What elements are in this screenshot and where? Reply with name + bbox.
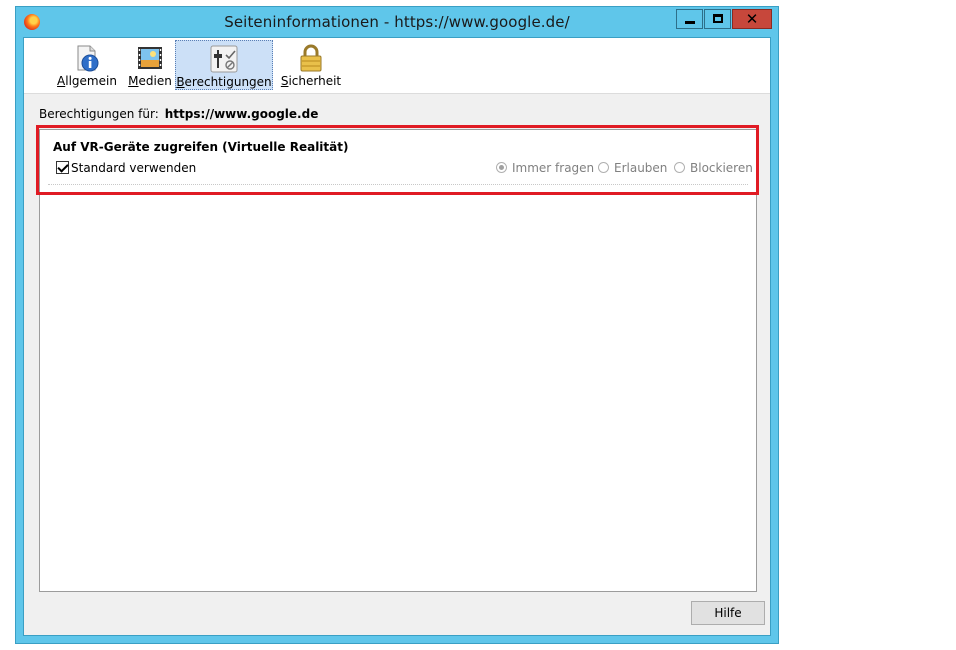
use-default-checkbox[interactable] — [56, 161, 69, 174]
radio-icon — [598, 162, 609, 173]
permissions-for-row: Berechtigungen für: https://www.google.de — [39, 107, 318, 121]
permissions-icon — [210, 45, 238, 73]
permission-radio-group: Immer fragen Erlauben Blockieren — [496, 161, 753, 177]
tab-sicherheit[interactable]: Sicherheit — [280, 40, 342, 90]
window-title: Seiteninformationen - https://www.google… — [224, 13, 570, 31]
title-bar[interactable]: Seiteninformationen - https://www.google… — [16, 7, 778, 37]
tab-label: Berechtigungen — [176, 75, 272, 89]
minimize-button[interactable] — [676, 9, 703, 29]
tab-label: Sicherheit — [280, 74, 342, 88]
close-button[interactable]: ✕ — [732, 9, 772, 29]
media-icon — [138, 47, 162, 69]
permissions-for-url: https://www.google.de — [164, 107, 319, 121]
tab-label: Allgemein — [57, 74, 117, 88]
tab-berechtigungen[interactable]: Berechtigungen — [175, 40, 273, 90]
info-icon — [77, 45, 99, 72]
tab-allgemein[interactable]: Allgemein — [50, 40, 124, 90]
maximize-button[interactable] — [704, 9, 731, 29]
permission-separator — [48, 184, 748, 185]
page-info-window: Seiteninformationen - https://www.google… — [15, 6, 779, 644]
tab-label: Medien — [128, 74, 172, 88]
tab-medien[interactable]: Medien — [125, 40, 175, 90]
tab-toolbar: Allgemein Medien Berechtigungen Sicherhe… — [24, 38, 770, 94]
permission-row: Standard verwenden Immer fragen Erlauben… — [53, 161, 753, 179]
permissions-for-label: Berechtigungen für: — [39, 107, 159, 121]
close-icon: ✕ — [745, 10, 759, 28]
radio-selected-icon — [496, 162, 507, 173]
help-button[interactable]: Hilfe — [691, 601, 765, 625]
radio-icon — [674, 162, 685, 173]
lock-icon — [300, 44, 322, 72]
dialog-content: Allgemein Medien Berechtigungen Sicherhe… — [23, 37, 771, 636]
maximize-icon — [713, 14, 723, 23]
permission-title: Auf VR-Geräte zugreifen (Virtuelle Reali… — [53, 140, 349, 154]
use-default-label[interactable]: Standard verwenden — [71, 161, 196, 175]
minimize-icon — [685, 21, 695, 24]
permissions-list[interactable]: Auf VR-Geräte zugreifen (Virtuelle Reali… — [39, 129, 757, 592]
